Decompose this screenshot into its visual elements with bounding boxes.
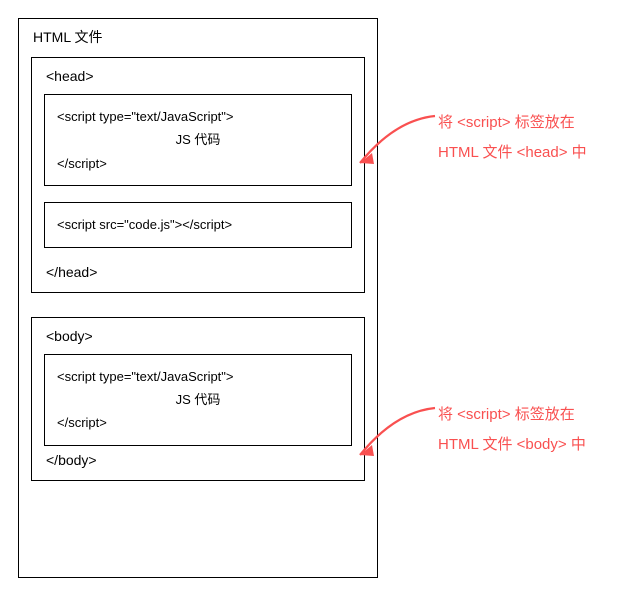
body-close-tag: </body> [46, 452, 352, 468]
html-file-box: HTML 文件 <head> <script type="text/JavaSc… [18, 18, 378, 578]
head-script-inline-box: <script type="text/JavaScript"> JS 代码 </… [44, 94, 352, 186]
body-script-inline-box: <script type="text/JavaScript"> JS 代码 </… [44, 354, 352, 446]
script-close-line: </script> [57, 152, 339, 175]
body-section: <body> <script type="text/JavaScript"> J… [31, 317, 365, 481]
head-open-tag: <head> [46, 68, 352, 84]
html-file-title: HTML 文件 [33, 27, 365, 47]
js-code-label: JS 代码 [57, 128, 339, 151]
body-open-tag: <body> [46, 328, 352, 344]
head-section: <head> <script type="text/JavaScript"> J… [31, 57, 365, 293]
annotation-line: 将 <script> 标签放在 [438, 400, 586, 430]
annotation-body: 将 <script> 标签放在 HTML 文件 <body> 中 [438, 400, 586, 460]
script-src-line: <script src="code.js"></script> [57, 213, 339, 236]
head-script-src-box: <script src="code.js"></script> [44, 202, 352, 247]
annotation-line: HTML 文件 <head> 中 [438, 138, 587, 168]
script-close-line: </script> [57, 411, 339, 434]
head-close-tag: </head> [46, 264, 352, 280]
js-code-label: JS 代码 [57, 388, 339, 411]
annotation-line: HTML 文件 <body> 中 [438, 430, 586, 460]
script-open-line: <script type="text/JavaScript"> [57, 105, 339, 128]
annotation-line: 将 <script> 标签放在 [438, 108, 587, 138]
script-open-line: <script type="text/JavaScript"> [57, 365, 339, 388]
annotation-head: 将 <script> 标签放在 HTML 文件 <head> 中 [438, 108, 587, 168]
